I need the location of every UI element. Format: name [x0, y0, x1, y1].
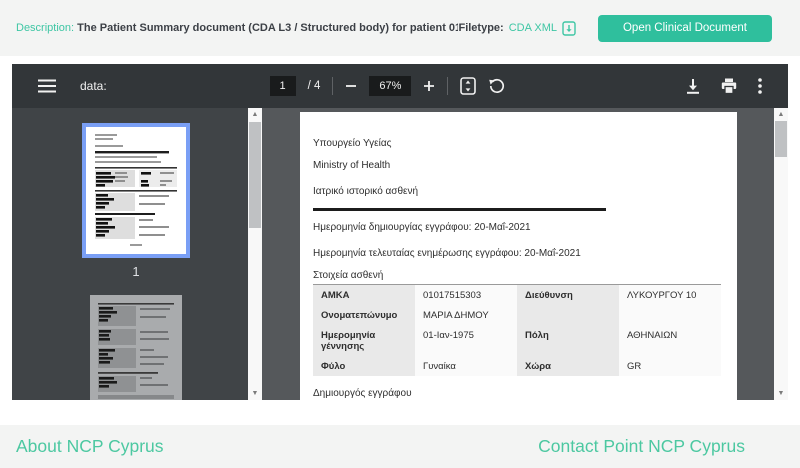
thumbnail-sidebar: 1	[12, 108, 248, 400]
page-count: / 4	[308, 80, 321, 92]
cell-label: Διεύθυνση	[517, 285, 619, 305]
doc-header-en: Ministry of Health	[313, 160, 721, 171]
download-icon[interactable]	[686, 78, 700, 94]
toolbar-divider	[332, 77, 333, 95]
app-header: Description: The Patient Summary documen…	[0, 0, 800, 56]
cell-value: GR	[619, 356, 721, 376]
cell-label: Πόλη	[517, 325, 619, 356]
open-clinical-document-button[interactable]: Open Clinical Document	[598, 15, 772, 42]
table-row: Φύλο Γυναίκα Χώρα GR	[313, 356, 721, 376]
document-title: data:	[80, 79, 107, 93]
toolbar-divider	[447, 77, 448, 95]
cell-label: Φύλο	[313, 356, 415, 376]
doc-divider	[313, 208, 606, 211]
scrollbar-thumb[interactable]	[775, 121, 787, 157]
sidebar-scrollbar[interactable]: ▲ ▼	[248, 108, 262, 400]
about-ncp-link[interactable]: About NCP Cyprus	[16, 436, 164, 457]
fit-page-icon[interactable]	[460, 77, 476, 95]
viewer-body: 1	[12, 108, 788, 400]
cell-value: 01-Ιαν-1975	[415, 325, 517, 356]
cell-value: Γυναίκα	[415, 356, 517, 376]
more-options-icon[interactable]	[758, 78, 762, 94]
thumbnail-page-1-label: 1	[82, 264, 190, 279]
doc-date-updated: Ημερομηνία τελευταίας ενημέρωσης εγγράφο…	[313, 248, 721, 259]
cell-value: ΑΘΗΝΑΙΩΝ	[619, 325, 721, 356]
zoom-out-icon[interactable]	[345, 80, 357, 92]
pdf-viewer: data: / 4 67%	[12, 64, 788, 400]
zoom-level: 67%	[369, 76, 411, 96]
cell-label: ΑΜΚΑ	[313, 285, 415, 305]
filetype: Filetype: CDA XML	[458, 21, 576, 36]
description-label: Description:	[16, 22, 74, 34]
cell-value: ΜΑΡΙΑ ΔΗΜΟΥ	[415, 305, 517, 325]
zoom-in-icon[interactable]	[423, 80, 435, 92]
doc-subtitle: Ιατρικό ιστορικό ασθενή	[313, 186, 721, 197]
patient-section-title: Στοιχεία ασθενή	[313, 270, 721, 285]
cell-value: 01017515303	[415, 285, 517, 305]
thumbnail-page-1-preview	[86, 127, 186, 254]
table-row: ΑΜΚΑ 01017515303 Διεύθυνση ΛΥΚΟΥΡΓΟΥ 10	[313, 285, 721, 305]
scrollbar-thumb[interactable]	[249, 122, 261, 228]
contact-ncp-link[interactable]: Contact Point NCP Cyprus	[538, 436, 745, 457]
rotate-icon[interactable]	[488, 77, 506, 95]
page-number-input[interactable]	[270, 76, 296, 96]
doc-date-created: Ημερομηνία δημιουργίας εγγράφου: 20-Μαΐ-…	[313, 222, 721, 233]
scroll-down-arrow[interactable]: ▼	[774, 387, 788, 400]
cell-value: ΛΥΚΟΥΡΓΟΥ 10	[619, 285, 721, 305]
thumbnail-page-2-preview	[90, 295, 182, 400]
scroll-down-arrow[interactable]: ▼	[248, 387, 262, 400]
document-page-1: Υπουργείο Υγείας Ministry of Health Ιατρ…	[300, 112, 737, 400]
document-scrollbar[interactable]: ▲ ▼	[774, 108, 788, 400]
page-footer: About NCP Cyprus Contact Point NCP Cypru…	[0, 425, 800, 468]
document-area: Υπουργείο Υγείας Ministry of Health Ιατρ…	[262, 108, 774, 400]
filetype-label: Filetype:	[458, 22, 503, 34]
pdf-toolbar: data: / 4 67%	[12, 64, 788, 108]
patient-table: ΑΜΚΑ 01017515303 Διεύθυνση ΛΥΚΟΥΡΓΟΥ 10 …	[313, 285, 721, 376]
document-download-icon	[562, 21, 576, 36]
scroll-up-arrow[interactable]: ▲	[248, 108, 262, 121]
thumbnail-page-1[interactable]	[82, 123, 190, 258]
cell-label: Χώρα	[517, 356, 619, 376]
doc-header-gr: Υπουργείο Υγείας	[313, 138, 721, 149]
table-row: Ονοματεπώνυμο ΜΑΡΙΑ ΔΗΜΟΥ	[313, 305, 721, 325]
print-icon[interactable]	[721, 78, 737, 94]
cell-label	[517, 305, 619, 325]
cell-label: Ημερομηνία γέννησης	[313, 325, 415, 356]
description-text: The Patient Summary document (CDA L3 / S…	[77, 22, 458, 34]
menu-icon[interactable]	[38, 79, 56, 93]
description: Description: The Patient Summary documen…	[0, 22, 458, 34]
cell-label: Ονοματεπώνυμο	[313, 305, 415, 325]
scroll-up-arrow[interactable]: ▲	[774, 108, 788, 121]
filetype-value: CDA XML	[509, 22, 557, 34]
author-section-title: Δημιουργός εγγράφου	[313, 388, 721, 400]
cell-value	[619, 305, 721, 325]
thumbnail-page-2[interactable]	[90, 295, 182, 400]
table-row: Ημερομηνία γέννησης 01-Ιαν-1975 Πόλη ΑΘΗ…	[313, 325, 721, 356]
